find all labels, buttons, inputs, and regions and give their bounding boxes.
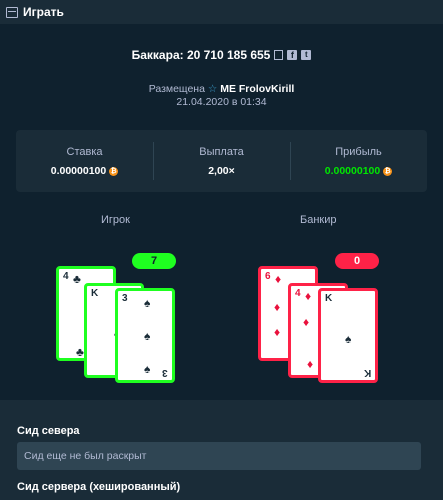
stat-label: Прибыль [335,146,382,158]
stats-box: Ставка 0.00000100 ₿ Выплата 2,00× Прибыл… [16,130,427,192]
stat-payout: Выплата 2,00× [153,130,290,192]
spade-icon: ♠ [144,329,151,343]
server-seed-hashed-label: Сид сервера (хешированный) [17,481,181,493]
top-bar: Играть [0,0,443,24]
diamond-icon: ♦ [274,325,281,339]
spade-icon: ♠ [345,332,352,346]
diamond-icon: ♦ [305,289,312,303]
spade-icon: ♠ [144,296,151,310]
banker-label: Банкир [300,214,337,226]
bet-date: 21.04.2020 в 01:34 [176,96,267,108]
user-link[interactable]: ME FrolovKirill [220,83,294,95]
stat-profit: Прибыль 0.00000100 ₿ [290,130,427,192]
server-seed-field[interactable]: Сид еще не был раскрыт [17,442,421,470]
stat-label: Ставка [66,146,103,158]
club-icon: ♣ [73,272,81,286]
stat-value: 0.00000100 ₿ [324,165,393,177]
diamond-icon: ♦ [303,315,310,329]
server-seed-label: Сид севера [17,425,80,437]
player-label: Игрок [101,214,130,226]
banker-score-badge: 0 [335,253,379,269]
play-icon [6,6,18,18]
placed-by: Размещена ☆ ME FrolovKirill [0,83,443,95]
top-bar-title: Играть [23,5,64,19]
diamond-icon: ♦ [274,300,281,314]
bet-details-panel: Баккара: 20 710 185 655 f t Размещена ☆ … [0,24,443,400]
bitcoin-icon: ₿ [109,166,119,176]
stat-value: 0.00000100 ₿ [50,165,119,177]
bitcoin-icon: ₿ [383,166,393,176]
diamond-icon: ♦ [307,357,314,371]
facebook-icon[interactable]: f [287,50,298,60]
game-title-row: Баккара: 20 710 185 655 f t [0,48,443,62]
player-card-3: 3 ♠ ♠ ♠ 3 [115,288,175,383]
player-score-badge: 7 [132,253,176,269]
stat-label: Выплата [199,146,244,158]
spade-icon: ♠ [144,362,151,376]
diamond-icon: ♦ [275,272,282,286]
vip-star-icon: ☆ [207,83,218,95]
placed-label: Размещена [148,83,205,95]
club-icon: ♣ [76,345,84,359]
game-title: Баккара: 20 710 185 655 [131,48,271,62]
stat-bet: Ставка 0.00000100 ₿ [16,130,153,192]
banker-card-3: K ♠ K [318,288,378,383]
stat-value: 2,00× [208,165,235,177]
copy-icon[interactable] [274,50,284,60]
twitter-icon[interactable]: t [301,50,312,60]
